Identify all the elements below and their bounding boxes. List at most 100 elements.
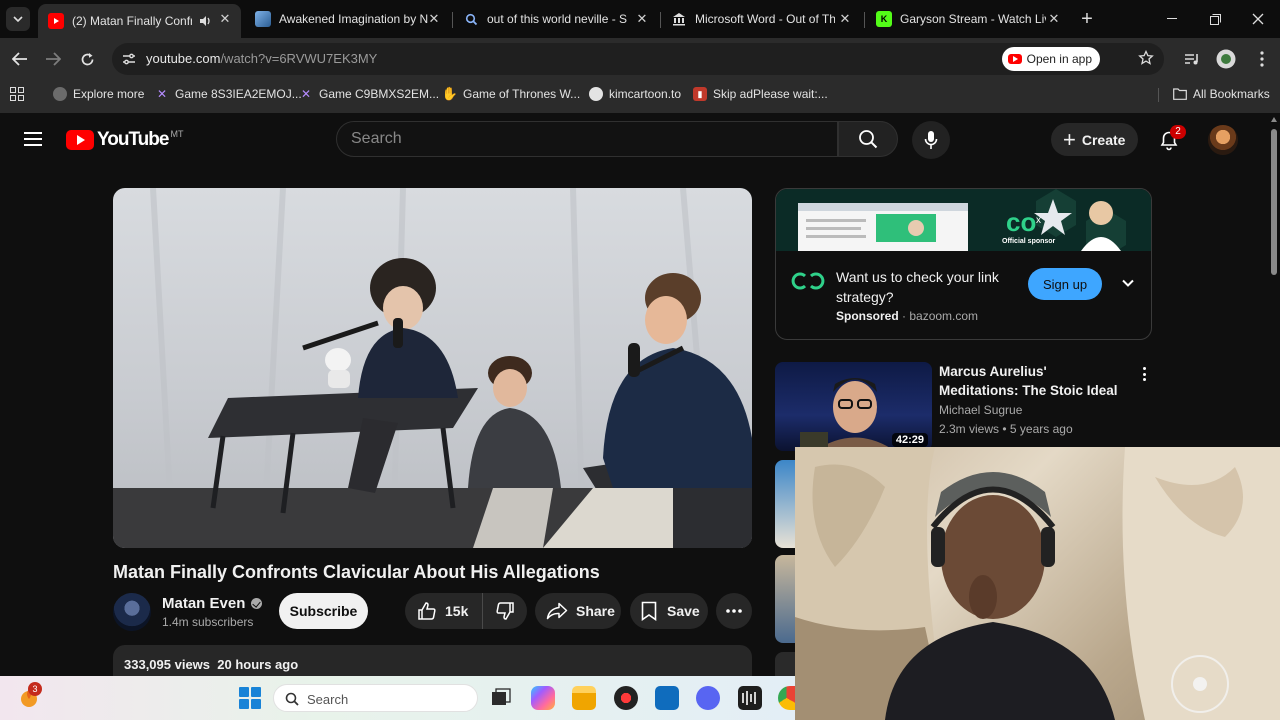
all-bookmarks-folder[interactable]: All Bookmarks xyxy=(1173,86,1270,102)
tab-close-icon[interactable]: ✕ xyxy=(634,11,650,27)
recommendation-title[interactable]: Marcus Aurelius' Meditations: The Stoic … xyxy=(939,362,1129,400)
forward-arrow-icon[interactable] xyxy=(41,47,65,71)
tab-youtube-video[interactable]: (2) Matan Finally Confronts ✕ xyxy=(38,4,241,38)
share-label: Share xyxy=(576,603,615,619)
youtube-wordmark: YouTube xyxy=(97,129,169,150)
windows-start-icon[interactable] xyxy=(239,687,261,709)
open-in-app-button[interactable]: Open in app xyxy=(1001,47,1100,71)
address-bar[interactable]: youtube.com/watch?v=6RVWU7EK3MY Open in … xyxy=(112,43,1164,75)
share-button[interactable]: Share xyxy=(535,593,621,629)
video-title: Matan Finally Confronts Clavicular About… xyxy=(113,562,600,582)
bookmark-game-2[interactable]: ✕ Game C9BMXS2EM... xyxy=(299,86,439,102)
site-settings-icon[interactable] xyxy=(121,51,137,72)
bookmark-label: Game C9BMXS2EM... xyxy=(319,87,440,101)
url-path: /watch?v=6RVWU7EK3MY xyxy=(220,51,378,66)
more-vertical-icon[interactable] xyxy=(1138,365,1150,383)
back-arrow-icon[interactable] xyxy=(8,47,32,71)
recommendation-thumbnail-partial[interactable] xyxy=(775,460,795,548)
dislike-button[interactable] xyxy=(483,593,527,629)
bookmark-explore-more[interactable]: Explore more xyxy=(53,86,144,102)
discord-icon[interactable] xyxy=(696,686,720,710)
create-button[interactable]: + Create xyxy=(1051,123,1138,156)
channel-avatar[interactable] xyxy=(113,593,151,631)
recommendation-thumbnail-partial[interactable] xyxy=(775,555,795,643)
recommendation-views: 2.3m views xyxy=(939,422,1000,436)
ad-title[interactable]: Want us to check your link strategy? xyxy=(836,267,1021,307)
bookmark-skip-ad[interactable]: ▮ Skip adPlease wait:... xyxy=(693,86,828,102)
browser-menu-icon[interactable] xyxy=(1250,47,1274,71)
ad-signup-button[interactable]: Sign up xyxy=(1028,268,1102,300)
bookmark-game-of-thrones[interactable]: ✋ Game of Thrones W... xyxy=(442,86,580,102)
like-button[interactable]: 15k xyxy=(405,593,484,629)
audio-app-icon[interactable] xyxy=(738,686,762,710)
search-input[interactable] xyxy=(351,130,821,148)
media-controls-icon[interactable] xyxy=(1180,47,1204,71)
bookmark-save-icon xyxy=(641,601,657,621)
subscribe-button[interactable]: Subscribe xyxy=(279,593,368,629)
bookmark-star-icon[interactable] xyxy=(1138,49,1154,71)
menu-icon[interactable] xyxy=(24,132,42,146)
speaker-icon[interactable] xyxy=(198,14,212,28)
media-app-icon[interactable] xyxy=(614,686,638,710)
bookmarks-bar: Explore more ✕ Game 8S3IEA2EMOJ... ✕ Gam… xyxy=(0,80,1280,108)
outlook-icon[interactable] xyxy=(655,686,679,710)
youtube-favicon-icon xyxy=(48,13,64,29)
tab-microsoft-word[interactable]: Microsoft Word - Out of Thi ✕ xyxy=(661,4,861,34)
close-window-icon[interactable] xyxy=(1247,8,1269,30)
ad-banner-image[interactable]: co x Official sponsor xyxy=(776,189,1151,251)
video-player[interactable] xyxy=(113,188,752,548)
search-favicon-icon xyxy=(463,11,479,27)
posted-time: 20 hours ago xyxy=(217,657,299,672)
recommendation-thumbnail-partial[interactable] xyxy=(775,652,795,676)
ad-banner-caption: Official sponsor xyxy=(1002,238,1056,245)
scroll-up-arrow-icon[interactable] xyxy=(1271,117,1277,122)
microphone-icon xyxy=(924,131,938,149)
tab-search-results[interactable]: out of this world neville - Se ✕ xyxy=(453,4,658,34)
restore-icon[interactable] xyxy=(1204,8,1226,30)
like-dislike-group: 15k xyxy=(405,593,527,629)
file-explorer-icon[interactable] xyxy=(572,686,596,710)
copilot-icon[interactable] xyxy=(531,686,555,710)
chrome-icon[interactable] xyxy=(778,686,795,710)
apps-grid-icon[interactable] xyxy=(10,86,24,102)
tab-garyson-stream[interactable]: K Garyson Stream - Watch Live ✕ xyxy=(866,4,1070,34)
tab-close-icon[interactable]: ✕ xyxy=(217,11,233,27)
task-view-icon[interactable] xyxy=(489,686,513,710)
scrollbar-thumb[interactable] xyxy=(1271,129,1277,275)
recommendation-channel[interactable]: Michael Sugrue xyxy=(939,403,1022,417)
search-button[interactable] xyxy=(838,121,898,157)
tab-close-icon[interactable]: ✕ xyxy=(426,11,442,27)
open-in-app-label: Open in app xyxy=(1026,52,1092,66)
youtube-header: YouTube MT + Create 2 xyxy=(0,113,1268,167)
tab-close-icon[interactable]: ✕ xyxy=(837,11,853,27)
profile-avatar-icon[interactable] xyxy=(1214,47,1238,71)
webcam-image xyxy=(795,447,1280,720)
taskbar-search-box[interactable]: Search xyxy=(273,684,478,712)
chevron-down-icon[interactable] xyxy=(1120,275,1136,291)
bookmark-kimcartoon[interactable]: kimcartoon.to xyxy=(589,86,681,102)
notification-count-badge: 2 xyxy=(1170,125,1186,139)
save-label: Save xyxy=(667,603,700,619)
youtube-logo[interactable]: YouTube MT xyxy=(66,129,183,151)
voice-search-button[interactable] xyxy=(912,121,950,159)
recommendation-thumbnail[interactable]: 42:29 xyxy=(775,362,932,451)
tab-awakened-imagination[interactable]: Awakened Imagination by N ✕ xyxy=(245,4,450,34)
channel-name[interactable]: Matan Even xyxy=(162,595,245,612)
new-tab-button[interactable]: + xyxy=(1076,8,1098,30)
tab-title: out of this world neville - Se xyxy=(487,12,627,26)
channel-name-row[interactable]: Matan Even xyxy=(162,595,263,612)
minimize-icon[interactable] xyxy=(1161,8,1183,30)
more-actions-button[interactable] xyxy=(716,593,752,629)
account-avatar[interactable] xyxy=(1208,125,1238,155)
tab-close-icon[interactable]: ✕ xyxy=(1046,11,1062,27)
bookmark-game-1[interactable]: ✕ Game 8S3IEA2EMOJ... xyxy=(155,86,302,102)
subscriber-count: 1.4m subscribers xyxy=(162,615,254,629)
weather-badge: 3 xyxy=(28,682,42,696)
chevron-down-icon xyxy=(13,16,23,22)
save-button[interactable]: Save xyxy=(630,593,708,629)
recommendation-meta: 2.3m views • 5 years ago xyxy=(939,422,1073,436)
reload-icon[interactable] xyxy=(75,47,99,71)
tab-search-button[interactable] xyxy=(6,7,30,31)
sponsored-ad-card[interactable]: co x Official sponsor Want us to check y… xyxy=(775,188,1152,340)
more-horizontal-icon xyxy=(726,609,742,613)
